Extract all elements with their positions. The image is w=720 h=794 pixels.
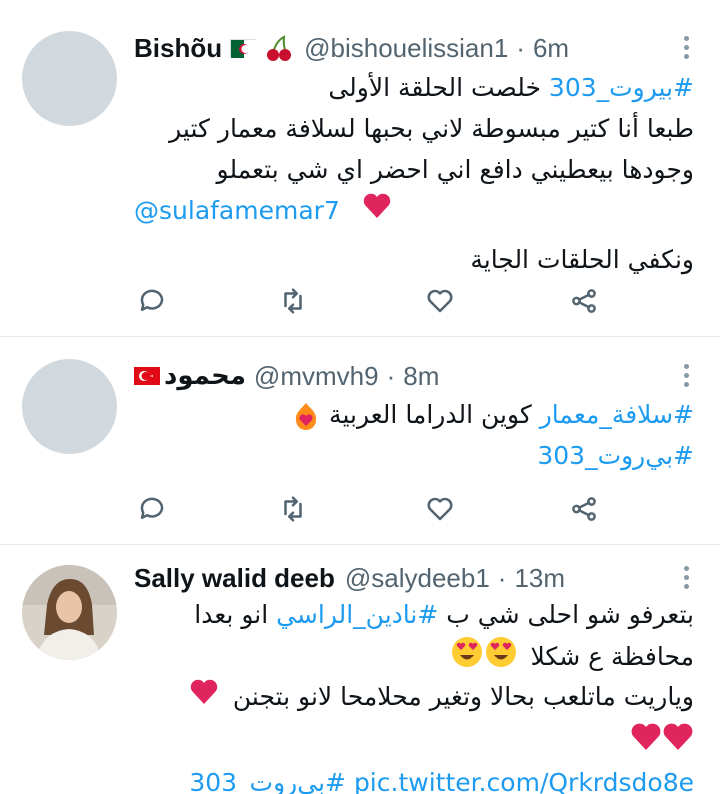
pic-link[interactable]: pic.twitter.com/Qrkrdsdo8e [354, 768, 694, 794]
tweet-text-segment: كوين الدراما العربية [329, 400, 532, 429]
tweet-card[interactable]: Bishõu @bishouelissian1 · 6m #بيروت_303 … [0, 0, 720, 337]
display-name[interactable]: محمود [164, 361, 246, 391]
tweet-text-segment: بتعرفو شو احلى شي ب [446, 600, 694, 629]
hashtag-link[interactable]: #بي‌روت_303 [537, 441, 694, 470]
timestamp[interactable]: 13m [514, 563, 565, 594]
tweet-text-segment: وياريت ماتلعب بحالا وتغير محلامحا لانو ب… [232, 682, 694, 711]
user-handle[interactable]: @mvmvh9 [254, 361, 379, 392]
avatar[interactable] [22, 31, 117, 126]
reply-icon[interactable] [134, 491, 170, 527]
display-name[interactable]: Sally walid deeb [134, 563, 335, 594]
tweet-text-segment: محافظة ع شكلا [530, 642, 695, 671]
tweet-line: وجودها بيعطيني دافع اني احضر اي شي بتعمل… [216, 155, 694, 184]
share-icon[interactable] [566, 283, 602, 319]
tweet-header: Bishõu @bishouelissian1 · 6m [134, 31, 569, 65]
tweet-text-segment: خلصت الحلقة الأولى [328, 73, 541, 102]
like-icon[interactable] [422, 283, 458, 319]
red-heart-emoji [362, 192, 392, 232]
tweet-header: Sally walid deeb @salydeeb1 · 13m [134, 561, 565, 595]
tweet-line: #بيروت_303 خلصت الحلقة الأولى [134, 68, 694, 109]
hashtag-link[interactable]: #بيروت_303 [549, 73, 694, 102]
tweet-card[interactable]: محمود @mvmvh9 · 8m #سلافة_معمار كوين الد… [0, 337, 720, 545]
avatar[interactable] [22, 359, 117, 454]
tweet-line: ونكفي الحلقات الجاية [470, 245, 694, 274]
tweet-line: محافظة ع شكلا [134, 636, 694, 677]
tweet-line [134, 722, 694, 763]
hashtag-link[interactable]: #نادين_الراسي [276, 600, 438, 629]
share-icon[interactable] [566, 491, 602, 527]
turkey-flag-icon [134, 367, 160, 385]
retweet-icon[interactable] [275, 283, 311, 319]
hashtag-link[interactable]: #بي‌روت_303 [189, 768, 346, 794]
tweet-text: #سلافة_معمار كوين الدراما العربية #بي‌رو… [134, 395, 694, 477]
more-icon[interactable] [682, 364, 690, 387]
avatar[interactable] [22, 565, 117, 660]
heart-eyes-emoji [451, 636, 517, 680]
tweet-line: pic.twitter.com/Qrkrdsdo8e #بي‌روت_303 [134, 763, 694, 794]
tweet-text: #بيروت_303 خلصت الحلقة الأولى طبعا أنا ك… [134, 68, 694, 281]
tweet-line: بتعرفو شو احلى شي ب #نادين_الراسي انو بع… [134, 595, 694, 636]
tweet-card[interactable]: Sally walid deeb @salydeeb1 · 13m بتعرفو… [0, 545, 720, 794]
timestamp[interactable]: 8m [403, 361, 439, 392]
retweet-icon[interactable] [275, 491, 311, 527]
tweet-line: وياريت ماتلعب بحالا وتغير محلامحا لانو ب… [134, 677, 694, 718]
tweet-line: @sulafamemar7 [134, 191, 694, 232]
red-heart-emoji [630, 722, 694, 764]
tweet-actions [134, 283, 614, 319]
tweet-line: #سلافة_معمار كوين الدراما العربية [134, 395, 694, 436]
tweet-text: بتعرفو شو احلى شي ب #نادين_الراسي انو بع… [134, 595, 694, 794]
reply-icon[interactable] [134, 283, 170, 319]
like-icon[interactable] [422, 491, 458, 527]
more-icon[interactable] [682, 566, 690, 589]
tweet-actions [134, 491, 614, 527]
fire-heart-emoji [291, 401, 321, 431]
separator-dot: · [497, 562, 507, 593]
tweet-header: محمود @mvmvh9 · 8m [134, 359, 439, 393]
hashtag-link[interactable]: #سلافة_معمار [540, 400, 694, 429]
display-name[interactable]: Bishõu [134, 33, 222, 64]
tweet-line: طبعا أنا كتير مبسوطة لاني بحبها لسلافة م… [169, 114, 694, 143]
separator-dot: · [386, 360, 396, 391]
tweet-text-segment: انو بعدا [194, 600, 269, 629]
algeria-flag-icon [230, 39, 258, 58]
user-handle[interactable]: @bishouelissian1 [304, 33, 508, 64]
red-heart-emoji [189, 678, 219, 718]
mention-link[interactable]: @sulafamemar7 [134, 196, 340, 225]
separator-dot: · [516, 32, 525, 63]
tweet-line: #بي‌روت_303 [134, 436, 694, 477]
user-handle[interactable]: @salydeeb1 [345, 563, 490, 594]
more-icon[interactable] [682, 36, 690, 59]
timestamp[interactable]: 6m [533, 33, 569, 64]
cherries-icon [264, 33, 294, 63]
